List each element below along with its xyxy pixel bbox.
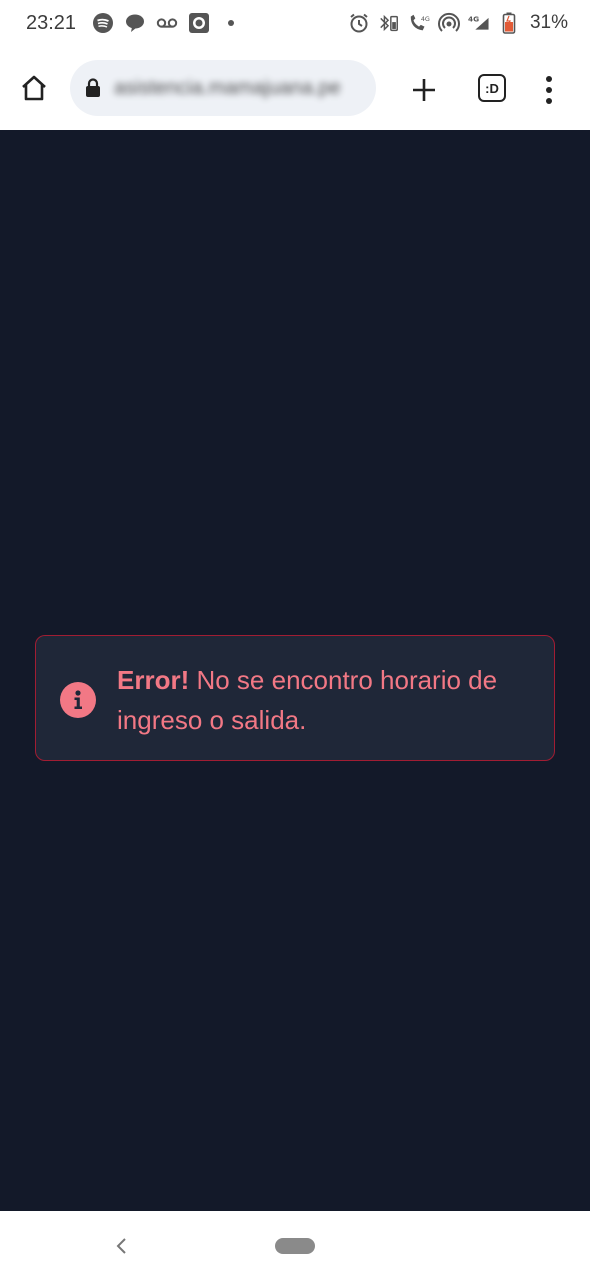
browser-toolbar: asistencia.mamajuana.pe :D: [0, 48, 590, 131]
home-pill-button[interactable]: [275, 1238, 315, 1254]
plus-icon: [413, 79, 435, 101]
bluetooth-battery-icon: [378, 12, 400, 34]
home-icon: [22, 75, 46, 101]
battery-icon: [498, 12, 520, 34]
notification-icons: [92, 12, 242, 34]
alarm-icon: [348, 12, 370, 34]
url-text: asistencia.mamajuana.pe: [114, 77, 341, 99]
svg-text:4G: 4G: [468, 15, 479, 24]
error-alert: Error! No se encontro horario de ingreso…: [35, 635, 555, 761]
wifi-calling-icon: 4G: [408, 12, 430, 34]
more-menu-button[interactable]: [534, 70, 564, 110]
status-time: 23:21: [26, 12, 77, 34]
system-nav-bar: [0, 1211, 590, 1280]
page-content: Error! No se encontro horario de ingreso…: [0, 130, 590, 1211]
hotspot-icon: [437, 12, 460, 34]
dot-icon: [546, 76, 552, 82]
alert-message: Error! No se encontro horario de ingreso…: [117, 660, 537, 740]
back-icon[interactable]: [112, 1235, 132, 1257]
signal-4g-icon: 4G: [468, 12, 490, 34]
record-icon: [188, 12, 210, 34]
dot-icon: [546, 98, 552, 104]
info-icon: [60, 682, 96, 718]
new-tab-button[interactable]: [404, 70, 444, 110]
dot-icon: [220, 12, 242, 34]
address-bar[interactable]: asistencia.mamajuana.pe: [70, 60, 376, 116]
alert-title: Error!: [117, 665, 190, 695]
spotify-icon: [92, 12, 114, 34]
dot-icon: [546, 87, 552, 93]
voicemail-icon: [156, 12, 178, 34]
tab-switcher-label: :D: [485, 80, 499, 96]
chat-bubble-icon: [124, 12, 146, 34]
lock-icon: [86, 78, 100, 97]
status-bar: 23:21 4G 4G 31%: [0, 0, 590, 48]
svg-text:4G: 4G: [421, 15, 430, 23]
home-button[interactable]: [16, 70, 52, 106]
battery-percent: 31%: [529, 12, 568, 33]
system-icons: 4G 4G 31%: [348, 12, 568, 34]
tab-switcher-button[interactable]: :D: [478, 74, 506, 102]
